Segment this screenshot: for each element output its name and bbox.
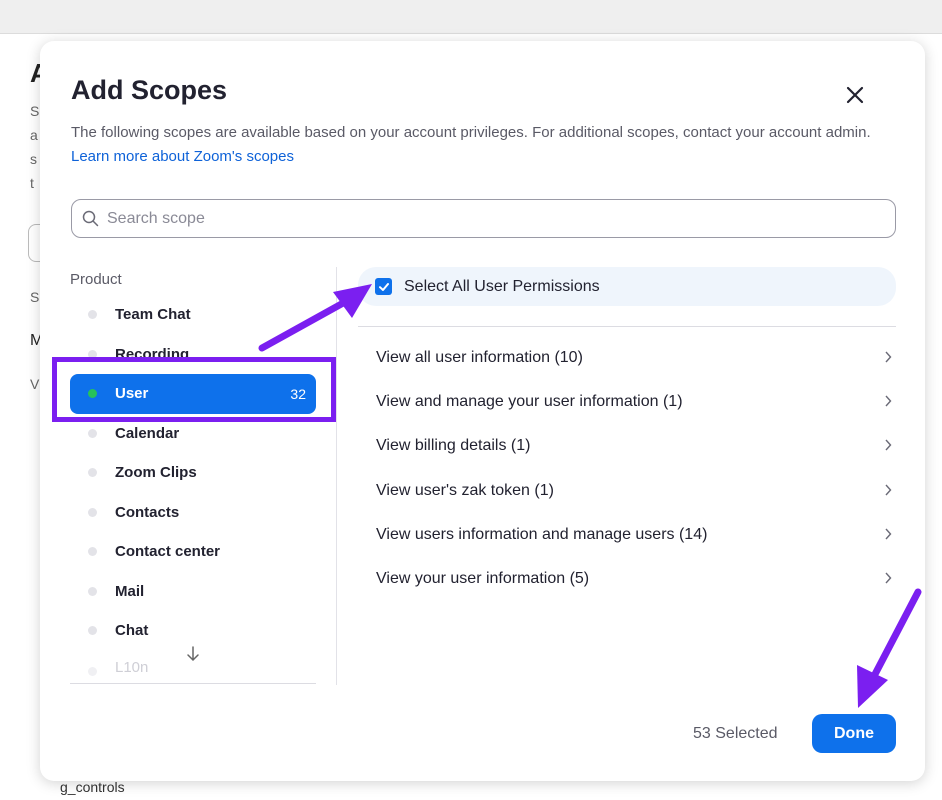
chevron-right-icon (885, 528, 892, 540)
column-divider (336, 267, 337, 685)
product-item-zoom-clips[interactable]: Zoom Clips (70, 453, 316, 492)
permission-list: View all user information (10) View and … (358, 336, 896, 601)
annotation-highlight-box (52, 357, 336, 422)
permission-label: View users information and manage users … (376, 525, 708, 543)
close-icon[interactable] (843, 83, 867, 107)
background-text-line: S (30, 289, 40, 305)
product-item-contact-center[interactable]: Contact center (70, 532, 316, 571)
permission-item[interactable]: View users information and manage users … (358, 513, 896, 557)
done-button[interactable]: Done (812, 714, 896, 753)
status-dot (88, 667, 97, 677)
product-label: Mail (115, 582, 145, 600)
arrow-down-icon[interactable] (186, 645, 200, 668)
background-text-line: V (30, 376, 40, 392)
status-dot (88, 310, 97, 320)
product-item-team-chat[interactable]: Team Chat (70, 295, 316, 334)
permission-item[interactable]: View your user information (5) (358, 557, 896, 601)
description-text: The following scopes are available based… (71, 124, 871, 141)
permission-label: View your user information (5) (376, 570, 590, 588)
dialog-title: Add Scopes (71, 75, 228, 105)
dialog-description: The following scopes are available based… (71, 121, 891, 169)
background-text-line: a (30, 127, 38, 143)
background-text-line: t (30, 175, 34, 191)
chevron-right-icon (885, 484, 892, 496)
select-all-checkbox[interactable] (375, 278, 392, 295)
background-text-line: s (30, 151, 37, 167)
checkmark-icon (378, 282, 389, 291)
permission-label: View user's zak token (1) (376, 481, 554, 499)
product-item-mail[interactable]: Mail (70, 571, 316, 610)
permission-item[interactable]: View and manage your user information (1… (358, 380, 896, 424)
search-icon (82, 210, 99, 227)
divider (70, 683, 316, 684)
product-label: Team Chat (115, 306, 191, 324)
permission-label: View all user information (10) (376, 349, 583, 367)
permission-item[interactable]: View all user information (10) (358, 336, 896, 380)
selected-count: 53 Selected (693, 725, 778, 742)
permission-item[interactable]: View billing details (1) (358, 424, 896, 468)
background-top-bar (0, 0, 942, 34)
product-label: L10n (115, 659, 149, 677)
permission-item[interactable]: View user's zak token (1) (358, 469, 896, 513)
chevron-right-icon (885, 572, 892, 584)
product-label: Contacts (115, 503, 180, 521)
search-input[interactable] (107, 209, 867, 228)
status-dot (88, 625, 97, 635)
background-text-line: S (30, 103, 40, 119)
product-label: Zoom Clips (115, 464, 197, 482)
status-dot (88, 547, 97, 557)
chevron-right-icon (885, 351, 892, 363)
product-list: Team Chat Recording User 32 Calendar Zoom… (70, 295, 316, 677)
status-dot (88, 507, 97, 517)
permission-label: View billing details (1) (376, 437, 531, 455)
product-item-contacts[interactable]: Contacts (70, 493, 316, 532)
status-dot (88, 586, 97, 596)
product-label: Contact center (115, 543, 221, 561)
status-dot (88, 468, 97, 478)
search-field[interactable] (71, 199, 896, 238)
product-label: Calendar (115, 424, 180, 442)
chevron-right-icon (885, 395, 892, 407)
permission-label: View and manage your user information (1… (376, 393, 683, 411)
product-label: Chat (115, 621, 149, 639)
product-column: Product Team Chat Recording User 32 Calen… (70, 267, 316, 687)
status-dot (88, 428, 97, 438)
divider (358, 326, 896, 327)
chevron-right-icon (885, 439, 892, 451)
background-footer-text: g_controls (60, 779, 125, 795)
select-all-permissions[interactable]: Select All User Permissions (358, 267, 896, 306)
select-all-label: Select All User Permissions (404, 277, 600, 295)
learn-more-link[interactable]: Learn more about Zoom's scopes (71, 148, 294, 165)
product-heading: Product (70, 271, 122, 288)
